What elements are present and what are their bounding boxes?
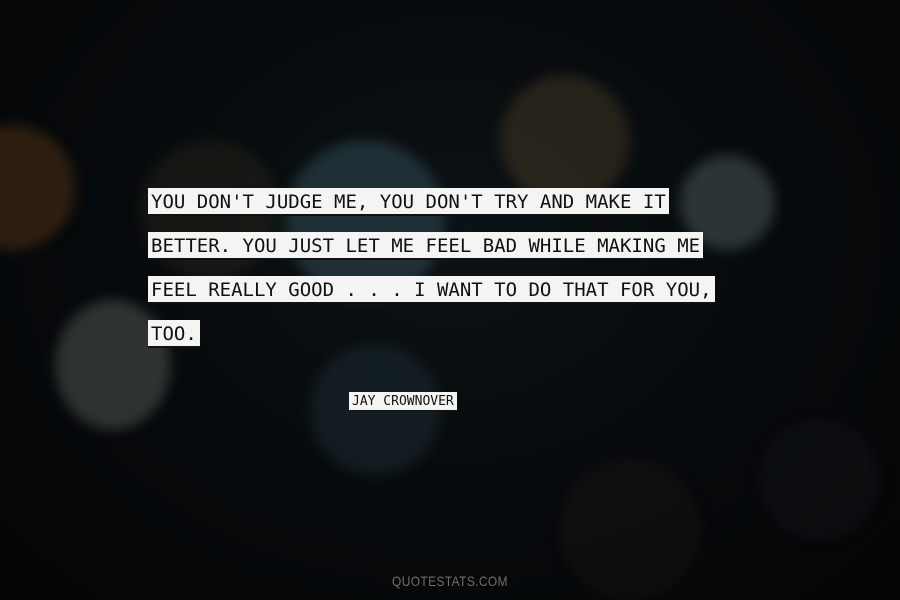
quote-line: TOO. xyxy=(148,320,758,364)
bokeh-light xyxy=(760,420,880,540)
quote-author: JAY CROWNOVER xyxy=(349,392,457,411)
quote-line: YOU DON'T JUDGE ME, YOU DON'T TRY AND MA… xyxy=(148,188,758,232)
quote-line-text: BETTER. YOU JUST LET ME FEEL BAD WHILE M… xyxy=(148,232,704,260)
bokeh-light xyxy=(0,125,75,250)
quote-line: BETTER. YOU JUST LET ME FEEL BAD WHILE M… xyxy=(148,232,758,276)
quote-line-text: YOU DON'T JUDGE ME, YOU DON'T TRY AND MA… xyxy=(148,188,669,216)
quote-line-text: FEEL REALLY GOOD . . . I WANT TO DO THAT… xyxy=(148,276,715,304)
site-watermark: QUOTESTATS.COM xyxy=(392,573,508,589)
quote-line-text: TOO. xyxy=(148,320,200,348)
author-name: JAY CROWNOVER xyxy=(349,392,457,411)
quote-text: YOU DON'T JUDGE ME, YOU DON'T TRY AND MA… xyxy=(148,188,758,364)
bokeh-light xyxy=(500,75,630,205)
quote-image: YOU DON'T JUDGE ME, YOU DON'T TRY AND MA… xyxy=(0,0,900,600)
quote-line: FEEL REALLY GOOD . . . I WANT TO DO THAT… xyxy=(148,276,758,320)
